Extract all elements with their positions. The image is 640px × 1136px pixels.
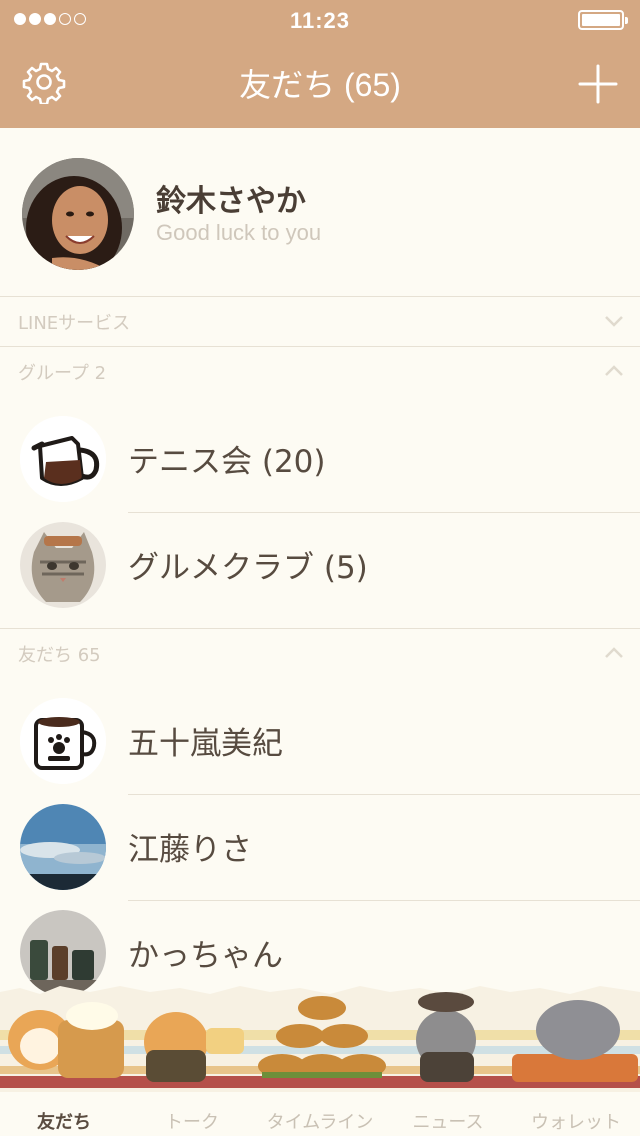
- status-time: 11:23: [289, 8, 351, 33]
- section-label: 友だち 65: [18, 645, 101, 666]
- decorative-mascot-banner: [0, 980, 640, 1092]
- navigation-bar: 友だち (65): [0, 40, 640, 128]
- sky-avatar: [20, 804, 106, 890]
- friend-name: かっちゃん: [128, 938, 283, 974]
- tab-wallet[interactable]: ウォレット: [512, 1108, 640, 1134]
- battery-icon: [578, 10, 628, 30]
- status-bar: 11:23: [0, 0, 640, 40]
- page-title: 友だち (65): [239, 67, 401, 103]
- list-item-group[interactable]: テニス会 (20): [0, 406, 640, 512]
- chevron-down-icon: [605, 316, 623, 327]
- tab-talk[interactable]: トーク: [128, 1108, 256, 1134]
- section-line-services[interactable]: LINEサービス: [0, 296, 640, 345]
- cat-avatar: [20, 522, 106, 608]
- list-item-friend[interactable]: 江藤りさ: [0, 794, 640, 900]
- profile-status-message: Good luck to you: [156, 220, 322, 245]
- profile-name: 鈴木さやか: [156, 184, 306, 219]
- group-name: テニス会 (20): [128, 444, 326, 480]
- chevron-up-icon: [605, 365, 623, 376]
- friend-name: 江藤りさ: [128, 832, 252, 868]
- list-item-friend[interactable]: 五十嵐美紀: [0, 688, 640, 794]
- tab-friends[interactable]: 友だち: [0, 1108, 128, 1134]
- friend-name: 五十嵐美紀: [128, 726, 283, 762]
- coffee-pot-icon: [20, 416, 106, 502]
- tab-timeline[interactable]: タイムライン: [256, 1108, 384, 1134]
- profile-avatar[interactable]: [22, 158, 134, 270]
- chevron-up-icon: [605, 647, 623, 658]
- list-item-group[interactable]: グルメクラブ (5): [0, 512, 640, 618]
- tab-bar: 友だち トーク タイムライン ニュース ウォレット: [0, 1092, 640, 1136]
- section-friends[interactable]: 友だち 65: [0, 628, 640, 677]
- section-groups[interactable]: グループ 2: [0, 346, 640, 395]
- my-profile[interactable]: 鈴木さやか Good luck to you: [0, 128, 640, 296]
- section-label: LINEサービス: [18, 313, 131, 334]
- group-name: グルメクラブ (5): [128, 550, 368, 586]
- add-friend-button[interactable]: [576, 62, 620, 106]
- tab-news[interactable]: ニュース: [384, 1108, 512, 1134]
- section-label: グループ 2: [18, 363, 107, 384]
- coffee-cup-icon: [20, 698, 106, 784]
